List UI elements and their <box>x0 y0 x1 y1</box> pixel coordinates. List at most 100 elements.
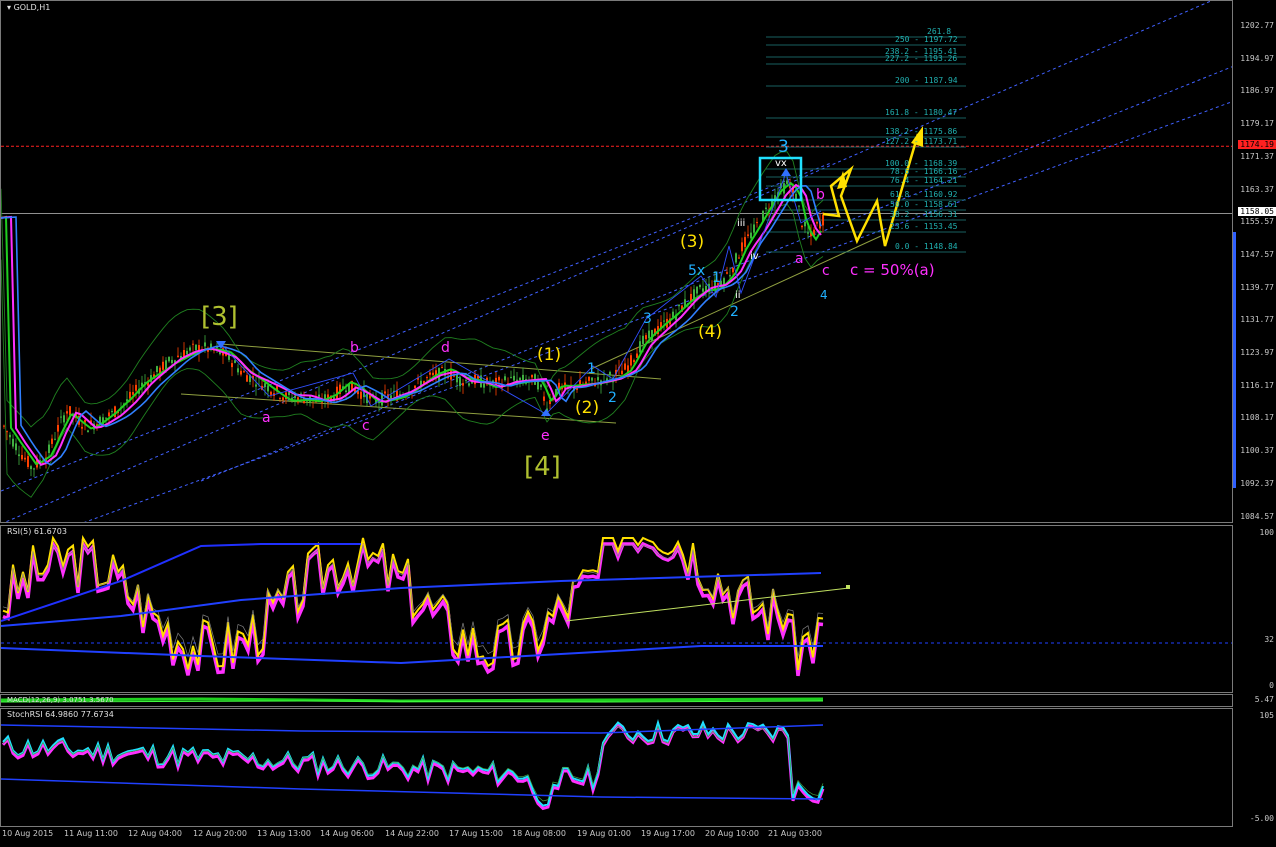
candle-body <box>432 372 434 376</box>
rsi-title: RSI(5) 61.6703 <box>7 527 67 536</box>
candle-body <box>741 242 743 252</box>
bollinger-lower-band <box>1 203 824 498</box>
candle-body <box>513 375 515 381</box>
price-tick-label: 1202.77 <box>1240 21 1274 30</box>
price-tick-label: 1116.17 <box>1240 380 1274 390</box>
candle-body <box>822 214 824 226</box>
stochrsi-title: StochRSI 64.9860 77.6734 <box>7 710 114 719</box>
candle-body <box>129 391 131 399</box>
candle-body <box>135 384 137 391</box>
rsi-trendline-handle <box>846 585 850 589</box>
candle-body <box>360 391 362 399</box>
macd-level: 5.47 <box>1254 695 1274 704</box>
candle-body <box>171 359 173 364</box>
candle-body <box>231 363 233 368</box>
macd-signal-line <box>1 700 824 703</box>
candle-body <box>186 350 188 355</box>
time-tick-label: 12 Aug 20:00 <box>193 829 247 838</box>
candle-body <box>108 412 110 417</box>
price-tick-label: 1155.57 <box>1240 217 1274 227</box>
moving-average-slow <box>1 184 822 466</box>
price-tick-label: 1108.17 <box>1240 413 1274 423</box>
candle-body <box>648 330 650 339</box>
current-price-label: 1158.05 <box>1238 207 1276 216</box>
candle-body <box>3 425 5 427</box>
candle-body <box>630 355 632 366</box>
macd-pane[interactable]: MACD(12,26,9) 3.0751 3.5670 <box>0 694 1233 707</box>
price-tick-label: 1123.97 <box>1240 348 1274 357</box>
candle-body <box>591 377 593 381</box>
candle-body <box>576 388 578 390</box>
candle-body <box>756 222 758 224</box>
candle-body <box>168 356 170 362</box>
candle-body <box>195 344 197 351</box>
price-tick-label: 1092.37 <box>1240 478 1274 488</box>
moving-average-mid <box>1 183 822 466</box>
candle-body <box>816 222 818 224</box>
price-chart-pane[interactable]: ▾ GOLD,H1 <box>0 0 1233 523</box>
candle-body <box>696 286 698 294</box>
candle-body <box>111 411 113 413</box>
candle-body <box>498 377 500 381</box>
candle-body <box>750 232 752 239</box>
candle-body <box>240 370 242 375</box>
candle-body <box>33 468 35 470</box>
candle-body <box>279 398 281 400</box>
candle-body <box>27 456 29 467</box>
stochrsi-level-neg5: -5.00 <box>1249 814 1274 823</box>
candle-body <box>729 275 731 277</box>
candle-body <box>30 466 32 470</box>
candle-body <box>270 391 272 395</box>
stochrsi-signal-line <box>2 725 824 802</box>
candle-body <box>804 221 806 227</box>
time-tick-label: 12 Aug 04:00 <box>128 829 182 838</box>
stochrsi-pane[interactable]: StochRSI 64.9860 77.6734 <box>0 708 1233 827</box>
time-tick-label: 10 Aug 2015 <box>2 829 54 838</box>
time-tick-label: 20 Aug 10:00 <box>705 829 759 838</box>
candle-body <box>192 343 194 345</box>
price-tick-label: 1163.37 <box>1240 184 1274 194</box>
upper-channel-line <box>4 1 1213 522</box>
candle-body <box>798 205 800 207</box>
candle-body <box>429 372 431 375</box>
candle-body <box>699 285 701 288</box>
candle-body <box>753 224 755 233</box>
candle-body <box>204 342 206 347</box>
candle-body <box>6 431 8 433</box>
candle-body <box>639 341 641 353</box>
time-tick-label: 21 Aug 03:00 <box>768 829 822 838</box>
time-tick-label: 14 Aug 22:00 <box>385 829 439 838</box>
candle-body <box>633 360 635 363</box>
candle-body <box>468 383 470 386</box>
forecast-arrow-icon <box>911 126 923 147</box>
time-tick-label: 19 Aug 17:00 <box>641 829 695 838</box>
candle-body <box>51 438 53 444</box>
candle-body <box>588 376 590 381</box>
candle-body <box>426 377 428 379</box>
rsi-pane[interactable]: RSI(5) 61.6703 <box>0 525 1233 693</box>
rsi-level-32: 32 <box>1264 635 1274 644</box>
macd-histogram <box>1 697 824 703</box>
rsi-band-lower <box>1 645 823 665</box>
candle-body <box>414 385 416 389</box>
candle-body <box>243 371 245 373</box>
candle-body <box>621 370 623 375</box>
candle-body <box>645 335 647 340</box>
scroll-bar[interactable] <box>1233 232 1236 488</box>
candle-body <box>87 430 89 433</box>
candle-body <box>663 320 665 322</box>
candle-body <box>234 360 236 363</box>
candle-body <box>54 438 56 440</box>
price-tick-label: 1179.17 <box>1240 119 1274 129</box>
candle-body <box>702 288 704 292</box>
candle-body <box>471 381 473 384</box>
candle-body <box>288 392 290 395</box>
candle-body <box>786 180 788 184</box>
price-axis[interactable]: 1202.77 1194.97 1186.97 1179.17 1171.37 1163.… <box>1233 0 1276 523</box>
candle-body <box>456 374 458 383</box>
price-tick-label: 1186.97 <box>1240 86 1274 96</box>
candle-body <box>66 411 68 414</box>
candle-body <box>264 383 266 387</box>
lower-channel-line <box>200 66 1232 482</box>
macd-axis: 5.47 <box>1233 694 1276 707</box>
